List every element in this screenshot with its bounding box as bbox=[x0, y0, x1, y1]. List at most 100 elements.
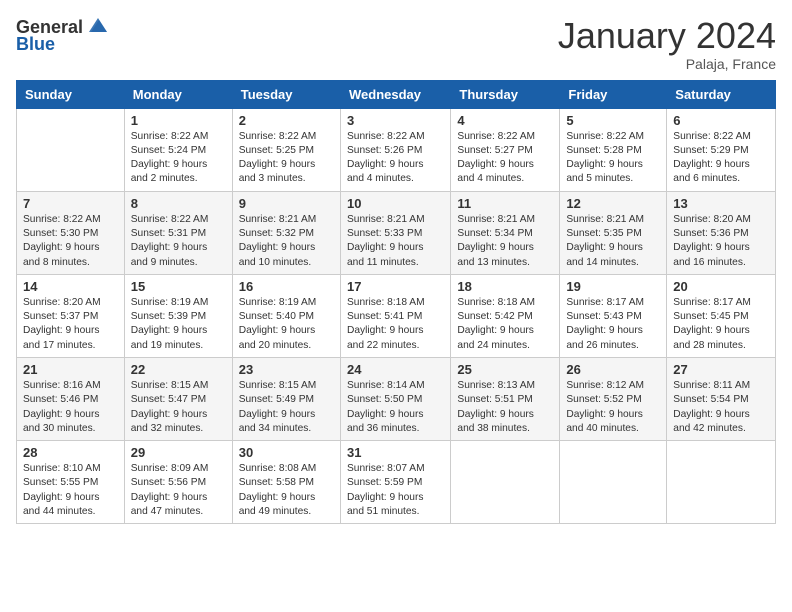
day-number: 22 bbox=[131, 362, 226, 377]
col-friday: Friday bbox=[560, 80, 667, 108]
table-row: 12 Sunrise: 8:21 AMSunset: 5:35 PMDayligh… bbox=[560, 191, 667, 274]
week-row-2: 14 Sunrise: 8:20 AMSunset: 5:37 PMDayligh… bbox=[17, 274, 776, 357]
day-number: 13 bbox=[673, 196, 769, 211]
table-row: 29 Sunrise: 8:09 AMSunset: 5:56 PMDayligh… bbox=[124, 441, 232, 524]
day-number: 19 bbox=[566, 279, 660, 294]
day-info: Sunrise: 8:18 AMSunset: 5:42 PMDaylight:… bbox=[457, 296, 553, 353]
day-number: 12 bbox=[566, 196, 660, 211]
day-info: Sunrise: 8:22 AMSunset: 5:31 PMDaylight:… bbox=[131, 213, 226, 270]
day-number: 8 bbox=[131, 196, 226, 211]
day-number: 14 bbox=[23, 279, 118, 294]
title-section: January 2024 Palaja, France bbox=[558, 16, 776, 72]
header: General Blue January 2024 Palaja, France bbox=[16, 16, 776, 72]
day-number: 6 bbox=[673, 113, 769, 128]
day-number: 20 bbox=[673, 279, 769, 294]
table-row: 28 Sunrise: 8:10 AMSunset: 5:55 PMDayligh… bbox=[17, 441, 125, 524]
day-info: Sunrise: 8:22 AMSunset: 5:29 PMDaylight:… bbox=[673, 130, 769, 187]
day-info: Sunrise: 8:10 AMSunset: 5:55 PMDaylight:… bbox=[23, 462, 118, 519]
day-number: 27 bbox=[673, 362, 769, 377]
col-wednesday: Wednesday bbox=[340, 80, 450, 108]
day-number: 16 bbox=[239, 279, 334, 294]
table-row: 19Sunrise: 8:17 AMSunset: 5:43 PMDayligh… bbox=[560, 274, 667, 357]
day-number: 1 bbox=[131, 113, 226, 128]
day-info: Sunrise: 8:15 AMSunset: 5:47 PMDaylight:… bbox=[131, 379, 226, 436]
table-row: 26 Sunrise: 8:12 AMSunset: 5:52 PMDayligh… bbox=[560, 357, 667, 440]
day-info: Sunrise: 8:14 AMSunset: 5:50 PMDaylight:… bbox=[347, 379, 444, 436]
day-info: Sunrise: 8:11 AMSunset: 5:54 PMDaylight:… bbox=[673, 379, 769, 436]
table-row: 30Sunrise: 8:08 AMSunset: 5:58 PMDayligh… bbox=[232, 441, 340, 524]
table-row: 2Sunrise: 8:22 AMSunset: 5:25 PMDaylight… bbox=[232, 108, 340, 191]
calendar-table: Sunday Monday Tuesday Wednesday Thursday… bbox=[16, 80, 776, 525]
location: Palaja, France bbox=[558, 56, 776, 72]
day-info: Sunrise: 8:22 AMSunset: 5:30 PMDaylight:… bbox=[23, 213, 118, 270]
day-info: Sunrise: 8:07 AMSunset: 5:59 PMDaylight:… bbox=[347, 462, 444, 519]
day-info: Sunrise: 8:15 AMSunset: 5:49 PMDaylight:… bbox=[239, 379, 334, 436]
day-number: 17 bbox=[347, 279, 444, 294]
table-row bbox=[667, 441, 776, 524]
day-info: Sunrise: 8:20 AMSunset: 5:37 PMDaylight:… bbox=[23, 296, 118, 353]
table-row: 14 Sunrise: 8:20 AMSunset: 5:37 PMDayligh… bbox=[17, 274, 125, 357]
day-info: Sunrise: 8:22 AMSunset: 5:28 PMDaylight:… bbox=[566, 130, 660, 187]
day-info: Sunrise: 8:19 AMSunset: 5:40 PMDaylight:… bbox=[239, 296, 334, 353]
day-number: 7 bbox=[23, 196, 118, 211]
day-number: 3 bbox=[347, 113, 444, 128]
table-row: 3 Sunrise: 8:22 AMSunset: 5:26 PMDaylight… bbox=[340, 108, 450, 191]
table-row: 15 Sunrise: 8:19 AMSunset: 5:39 PMDayligh… bbox=[124, 274, 232, 357]
day-info: Sunrise: 8:21 AMSunset: 5:32 PMDaylight:… bbox=[239, 213, 334, 270]
day-info: Sunrise: 8:22 AMSunset: 5:27 PMDaylight:… bbox=[457, 130, 553, 187]
col-monday: Monday bbox=[124, 80, 232, 108]
week-row-1: 7 Sunrise: 8:22 AMSunset: 5:30 PMDaylight… bbox=[17, 191, 776, 274]
day-number: 15 bbox=[131, 279, 226, 294]
day-number: 31 bbox=[347, 445, 444, 460]
table-row: 23 Sunrise: 8:15 AMSunset: 5:49 PMDayligh… bbox=[232, 357, 340, 440]
day-number: 24 bbox=[347, 362, 444, 377]
day-info: Sunrise: 8:21 AMSunset: 5:34 PMDaylight:… bbox=[457, 213, 553, 270]
table-row: 24 Sunrise: 8:14 AMSunset: 5:50 PMDayligh… bbox=[340, 357, 450, 440]
day-number: 21 bbox=[23, 362, 118, 377]
table-row bbox=[451, 441, 560, 524]
col-tuesday: Tuesday bbox=[232, 80, 340, 108]
table-row: 1Sunrise: 8:22 AMSunset: 5:24 PMDaylight… bbox=[124, 108, 232, 191]
header-row: Sunday Monday Tuesday Wednesday Thursday… bbox=[17, 80, 776, 108]
table-row bbox=[17, 108, 125, 191]
day-number: 5 bbox=[566, 113, 660, 128]
day-info: Sunrise: 8:19 AMSunset: 5:39 PMDaylight:… bbox=[131, 296, 226, 353]
day-info: Sunrise: 8:20 AMSunset: 5:36 PMDaylight:… bbox=[673, 213, 769, 270]
table-row: 21 Sunrise: 8:16 AMSunset: 5:46 PMDayligh… bbox=[17, 357, 125, 440]
day-info: Sunrise: 8:16 AMSunset: 5:46 PMDaylight:… bbox=[23, 379, 118, 436]
day-number: 11 bbox=[457, 196, 553, 211]
day-number: 25 bbox=[457, 362, 553, 377]
day-info: Sunrise: 8:08 AMSunset: 5:58 PMDaylight:… bbox=[239, 462, 334, 519]
day-number: 29 bbox=[131, 445, 226, 460]
table-row: 4Sunrise: 8:22 AMSunset: 5:27 PMDaylight… bbox=[451, 108, 560, 191]
logo: General Blue bbox=[16, 16, 111, 55]
table-row: 18 Sunrise: 8:18 AMSunset: 5:42 PMDayligh… bbox=[451, 274, 560, 357]
day-number: 23 bbox=[239, 362, 334, 377]
table-row: 25 Sunrise: 8:13 AMSunset: 5:51 PMDayligh… bbox=[451, 357, 560, 440]
col-saturday: Saturday bbox=[667, 80, 776, 108]
day-number: 10 bbox=[347, 196, 444, 211]
table-row: 8 Sunrise: 8:22 AMSunset: 5:31 PMDaylight… bbox=[124, 191, 232, 274]
day-number: 18 bbox=[457, 279, 553, 294]
day-info: Sunrise: 8:13 AMSunset: 5:51 PMDaylight:… bbox=[457, 379, 553, 436]
table-row: 7 Sunrise: 8:22 AMSunset: 5:30 PMDaylight… bbox=[17, 191, 125, 274]
day-info: Sunrise: 8:22 AMSunset: 5:26 PMDaylight:… bbox=[347, 130, 444, 187]
table-row: 17 Sunrise: 8:18 AMSunset: 5:41 PMDayligh… bbox=[340, 274, 450, 357]
week-row-4: 28 Sunrise: 8:10 AMSunset: 5:55 PMDayligh… bbox=[17, 441, 776, 524]
table-row: 31 Sunrise: 8:07 AMSunset: 5:59 PMDayligh… bbox=[340, 441, 450, 524]
logo-blue: Blue bbox=[16, 34, 111, 55]
table-row: 13 Sunrise: 8:20 AMSunset: 5:36 PMDayligh… bbox=[667, 191, 776, 274]
day-info: Sunrise: 8:21 AMSunset: 5:33 PMDaylight:… bbox=[347, 213, 444, 270]
day-info: Sunrise: 8:09 AMSunset: 5:56 PMDaylight:… bbox=[131, 462, 226, 519]
table-row: 11 Sunrise: 8:21 AMSunset: 5:34 PMDayligh… bbox=[451, 191, 560, 274]
month-title: January 2024 bbox=[558, 16, 776, 56]
day-info: Sunrise: 8:12 AMSunset: 5:52 PMDaylight:… bbox=[566, 379, 660, 436]
day-number: 28 bbox=[23, 445, 118, 460]
day-number: 26 bbox=[566, 362, 660, 377]
day-number: 9 bbox=[239, 196, 334, 211]
day-info: Sunrise: 8:22 AMSunset: 5:25 PMDaylight:… bbox=[239, 130, 334, 187]
page-container: General Blue January 2024 Palaja, France… bbox=[0, 0, 792, 540]
day-info: Sunrise: 8:18 AMSunset: 5:41 PMDaylight:… bbox=[347, 296, 444, 353]
table-row: 20Sunrise: 8:17 AMSunset: 5:45 PMDayligh… bbox=[667, 274, 776, 357]
day-info: Sunrise: 8:21 AMSunset: 5:35 PMDaylight:… bbox=[566, 213, 660, 270]
